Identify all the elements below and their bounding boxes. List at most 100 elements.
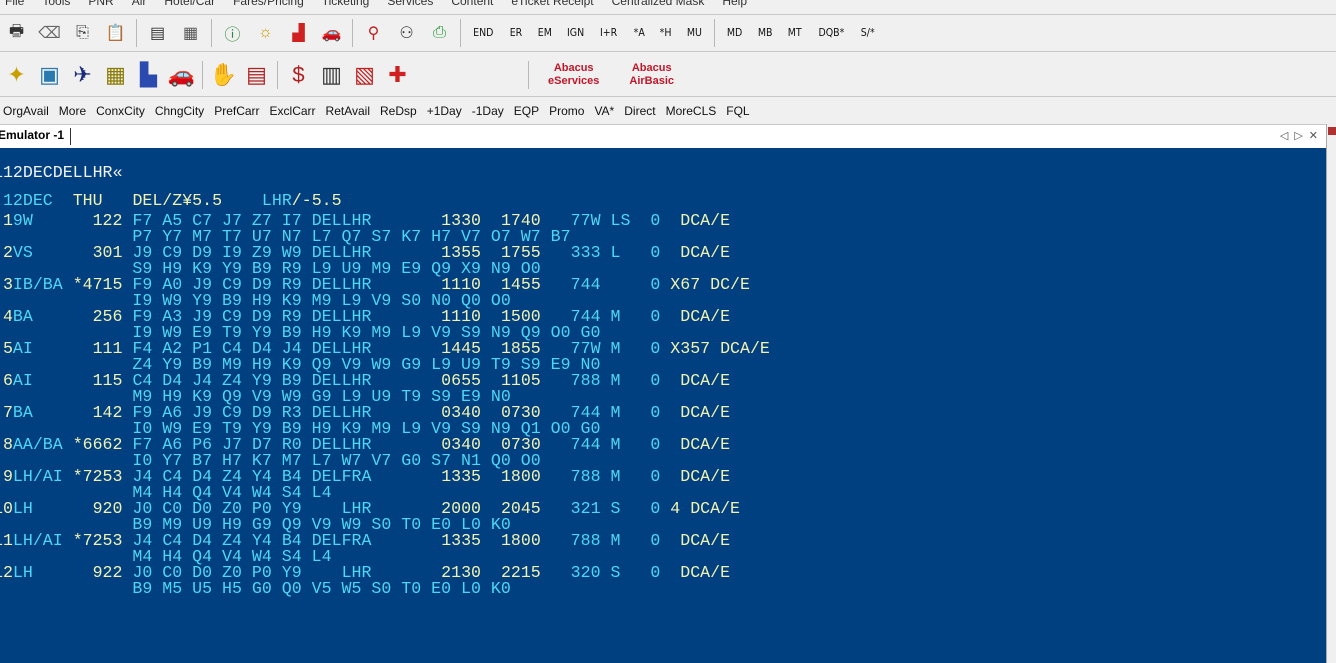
form-icon[interactable]: ▦: [177, 19, 205, 47]
tab-close-icon[interactable]: ✕: [1309, 129, 1318, 142]
menu-help[interactable]: Help: [713, 0, 756, 10]
command-button-dqbx[interactable]: DQB*: [812, 27, 851, 39]
sun-icon[interactable]: ☼: [252, 19, 280, 47]
remarks: X67 DC/E: [670, 275, 750, 294]
command-button-mt[interactable]: MT: [782, 27, 809, 39]
menu-ticketing[interactable]: Ticketing: [313, 0, 379, 10]
quick-command-retavail[interactable]: RetAvail: [321, 104, 375, 118]
command-button-end[interactable]: END: [467, 27, 500, 39]
meal-code: M: [611, 339, 621, 358]
quick-command-exclcarr[interactable]: ExclCarr: [265, 104, 321, 118]
remarks: DCA/E: [670, 211, 730, 230]
print-icon[interactable]: 🖶: [3, 19, 31, 47]
meal-code: M: [611, 371, 621, 390]
menu-pnr[interactable]: PNR: [79, 0, 122, 10]
stops: 0: [650, 403, 660, 422]
command-button-em[interactable]: EM: [531, 27, 558, 39]
command-button-ign[interactable]: IGN: [561, 27, 591, 39]
pin-icon[interactable]: ⚲: [360, 19, 388, 47]
ticket-machine-icon[interactable]: ▤: [243, 61, 271, 89]
document-icon[interactable]: ▤: [144, 19, 172, 47]
puzzle-icon[interactable]: ✚: [384, 61, 412, 89]
terminal-screen[interactable]: 112DECDELLHR« 12DEC THU DEL/Z¥5.5 LHR/-5…: [0, 148, 1326, 663]
remarks: DCA/E: [670, 531, 730, 550]
toolbar-separator: [460, 19, 461, 47]
remarks: DCA/E: [670, 435, 730, 454]
command-button-ixr[interactable]: I+R: [594, 27, 624, 39]
tab-bar: Emulator -1 ◁ ▷ ✕: [0, 124, 1326, 148]
quick-command-orgavail[interactable]: OrgAvail: [0, 104, 54, 118]
side-panel-icon[interactable]: [1328, 127, 1336, 135]
printer-green-icon[interactable]: ⎙: [426, 19, 454, 47]
stops: 0: [650, 499, 660, 518]
menu-services[interactable]: Services: [378, 0, 442, 10]
tab-next-icon[interactable]: ▷: [1294, 129, 1302, 142]
stops: 0: [650, 467, 660, 486]
command-button-md[interactable]: MD: [720, 27, 748, 39]
quick-command-redsp[interactable]: ReDsp: [375, 104, 422, 118]
price-icon[interactable]: $: [285, 61, 313, 89]
car-icon[interactable]: 🚗: [318, 19, 346, 47]
abacus-line2: eServices: [548, 75, 599, 88]
menu-content[interactable]: Content: [442, 0, 502, 10]
equipment: 788: [571, 531, 601, 550]
quick-command-conxcity[interactable]: ConxCity: [91, 104, 150, 118]
terminal-command-line: 112DECDELLHR«: [0, 165, 122, 181]
airplane-icon[interactable]: ✈: [69, 61, 97, 89]
etpip-icon[interactable]: ▥: [318, 61, 346, 89]
stops: 0: [650, 275, 660, 294]
quick-command-eqp[interactable]: EQP: [509, 104, 544, 118]
quick-command-fql[interactable]: FQL: [721, 104, 754, 118]
menu-tools[interactable]: Tools: [33, 0, 79, 10]
tab-prev-icon[interactable]: ◁: [1280, 129, 1288, 142]
tab-emulator[interactable]: Emulator -1: [0, 128, 71, 145]
quick-command--1day[interactable]: +1Day: [422, 104, 467, 118]
car-red-icon[interactable]: 🚗: [168, 61, 196, 89]
command-button-xa[interactable]: *A: [627, 27, 651, 39]
hotel-icon[interactable]: ▟: [285, 19, 313, 47]
seat-icon[interactable]: ▦: [102, 61, 130, 89]
menu-air[interactable]: Air: [123, 0, 156, 10]
command-button-xh[interactable]: *H: [653, 27, 677, 39]
card-hand-icon[interactable]: ✋: [210, 61, 238, 89]
desk-map-icon[interactable]: ▧: [351, 61, 379, 89]
menu-file[interactable]: File: [0, 0, 33, 10]
paste-icon[interactable]: 📋: [102, 19, 130, 47]
stops: 0: [650, 435, 660, 454]
meal-code: L: [611, 243, 621, 262]
command-button-sx[interactable]: S/*: [854, 27, 881, 39]
arrival-time: 1800: [501, 531, 541, 550]
equipment: 744: [571, 275, 601, 294]
abacus-link-eservices[interactable]: AbacuseServices: [548, 62, 599, 88]
menu-hotel-car[interactable]: Hotel/Car: [155, 0, 224, 10]
abacus-line1: Abacus: [548, 62, 599, 75]
menu-eticket-receipt[interactable]: eTicket Receipt: [502, 0, 602, 10]
menu-fares-pricing[interactable]: Fares/Pricing: [224, 0, 313, 10]
abacus-link-airbasic[interactable]: AbacusAirBasic: [629, 62, 674, 88]
quick-command-chngcity[interactable]: ChngCity: [150, 104, 209, 118]
building-icon[interactable]: ▙: [135, 61, 163, 89]
pnr-icon[interactable]: ▣: [36, 61, 64, 89]
command-button-mb[interactable]: MB: [752, 27, 779, 39]
arrival-time: 1800: [501, 467, 541, 486]
command-button-er[interactable]: ER: [503, 27, 528, 39]
toolbar-separator: [528, 61, 529, 89]
command-button-mu[interactable]: MU: [681, 27, 709, 39]
quick-command-va-[interactable]: VA*: [589, 104, 619, 118]
eraser-icon[interactable]: ⌫: [36, 19, 64, 47]
info-globe-icon[interactable]: ⓘ: [219, 19, 247, 47]
abacus-line1: Abacus: [629, 62, 674, 75]
copy-icon[interactable]: ⎘: [69, 19, 97, 47]
quick-command-direct[interactable]: Direct: [619, 104, 660, 118]
quick-command-prefcarr[interactable]: PrefCarr: [209, 104, 264, 118]
terminal-field: 12DEC: [3, 191, 53, 210]
quick-command--1day[interactable]: -1Day: [467, 104, 509, 118]
search-people-icon[interactable]: ⚇: [393, 19, 421, 47]
quick-command-more[interactable]: More: [54, 104, 91, 118]
booking-classes-continued: B9 M5 U5 H5 G0 Q0 V5 W5 S0 T0 E0 L0 K0: [132, 579, 510, 598]
quick-command-morecls[interactable]: MoreCLS: [661, 104, 722, 118]
new-star-icon[interactable]: ✦: [3, 61, 31, 89]
menu-centralized-mask[interactable]: Centralized Mask: [603, 0, 714, 10]
stops: 0: [650, 371, 660, 390]
quick-command-promo[interactable]: Promo: [544, 104, 589, 118]
